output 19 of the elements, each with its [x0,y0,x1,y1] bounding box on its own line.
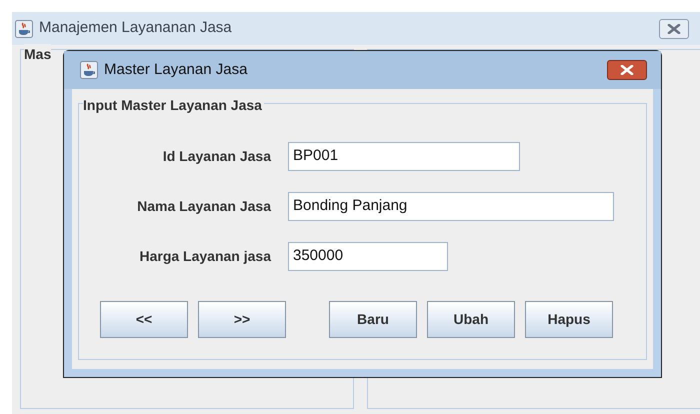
action-button[interactable]: Ubah [427,301,515,338]
java-cup-icon [80,61,98,79]
java-cup-icon [15,20,33,38]
close-button[interactable] [659,18,689,38]
text-field[interactable]: Bonding Panjang [288,192,614,221]
field-label: Id Layanan Jasa [162,147,271,166]
dialog-title: Master Layanan Jasa [104,60,248,80]
text-field[interactable]: 350000 [288,242,448,271]
action-button[interactable]: Baru [329,301,417,338]
close-button[interactable] [607,60,647,80]
text-field[interactable]: BP001 [288,142,520,171]
field-label: Harga Layanan jasa [138,247,271,266]
window-title: Manajemen Layananan Jasa [39,18,232,38]
action-button[interactable]: << [100,301,188,338]
field-label: Nama Layanan Jasa [136,197,271,216]
close-icon [620,65,634,75]
action-button[interactable]: Hapus [525,301,613,338]
close-icon [667,24,681,34]
action-button[interactable]: >> [198,301,286,338]
